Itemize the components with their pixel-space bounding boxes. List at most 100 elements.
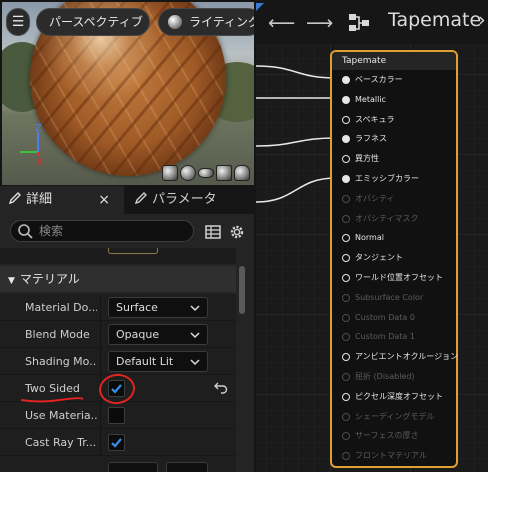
pin-connector-icon[interactable]: [342, 373, 350, 381]
search-row: 検索: [0, 214, 254, 248]
cylinder-shape-button[interactable]: [162, 165, 178, 181]
node-pin[interactable]: エミッシブカラー: [342, 172, 454, 186]
pin-connector-icon[interactable]: [342, 392, 350, 401]
previous-row-fragment: [0, 248, 236, 264]
pin-label: ワールド位置オフセット: [355, 273, 443, 282]
node-pin[interactable]: オパシティマスク: [342, 212, 454, 226]
annotation-underline: [20, 397, 84, 403]
perspective-button[interactable]: パースペクティブ: [36, 8, 150, 36]
property-row-material-domain: Material Do... Surface: [0, 294, 236, 321]
teapot-shape-button[interactable]: [234, 165, 250, 181]
pin-connector-icon[interactable]: [342, 333, 350, 342]
pin-connector-icon[interactable]: [342, 313, 350, 322]
material-preview-viewport[interactable]: ☰ パースペクティブ ライティング Z X: [2, 2, 254, 185]
node-pin[interactable]: オパシティ: [342, 192, 454, 206]
table-view-icon[interactable]: [205, 225, 221, 239]
use-material-attributes-checkbox[interactable]: [108, 407, 125, 424]
viewport-menu-button[interactable]: ☰: [6, 8, 30, 36]
tab-details[interactable]: 詳細 ×: [0, 186, 124, 214]
pin-connector-icon[interactable]: [342, 412, 350, 421]
pin-connector-icon[interactable]: [342, 76, 350, 84]
sphere-shape-button[interactable]: [180, 165, 196, 181]
details-scrollbar[interactable]: [238, 248, 246, 472]
node-pin[interactable]: フロントマテリアル: [342, 449, 454, 463]
node-pin[interactable]: 異方性: [342, 152, 454, 166]
pin-connector-icon[interactable]: [342, 432, 350, 441]
lighting-button[interactable]: ライティング: [158, 8, 254, 36]
cast-ray-traced-shadows-checkbox[interactable]: [108, 434, 125, 451]
plane-shape-button[interactable]: [198, 168, 214, 178]
pin-connector-icon[interactable]: [342, 293, 350, 302]
pin-label: タンジェント: [355, 253, 403, 263]
svg-text:X: X: [36, 157, 43, 168]
pin-label: Custom Data 0: [355, 312, 415, 322]
node-pin[interactable]: ベースカラー: [342, 73, 454, 87]
partial-field[interactable]: [108, 462, 158, 472]
pin-connector-icon[interactable]: [342, 95, 350, 104]
menu-icon: ☰: [11, 14, 25, 30]
node-pin[interactable]: アンビエントオクルージョン: [342, 350, 458, 364]
pin-connector-icon[interactable]: [342, 353, 350, 362]
shading-model-dropdown[interactable]: Default Lit: [108, 351, 208, 372]
preview-shape-bar: [162, 165, 250, 181]
pin-label: スペキュラ: [355, 114, 395, 124]
node-pin[interactable]: ワールド位置オフセット: [342, 271, 454, 285]
node-pin[interactable]: Subsurface Color: [342, 291, 454, 305]
search-icon: [18, 224, 33, 239]
property-label: Shading Mo...: [25, 355, 97, 368]
dropdown-value: Default Lit: [116, 355, 174, 368]
node-pin[interactable]: Normal: [342, 231, 454, 245]
dropdown-value: Surface: [116, 301, 158, 314]
section-header-material[interactable]: ▼ マテリアル: [0, 266, 236, 292]
scrollbar-thumb[interactable]: [239, 266, 245, 314]
node-pin[interactable]: シェーディングモデル: [342, 410, 454, 424]
pin-label: 異方性: [355, 154, 379, 164]
pin-label: ラフネス: [355, 134, 387, 144]
color-swatch[interactable]: [108, 248, 158, 254]
node-pin[interactable]: ラフネス: [342, 132, 454, 146]
pin-connector-icon[interactable]: [342, 194, 350, 203]
details-panel: 詳細 × パラメータ 検索 ▼ マテリアル Material Do... Sur…: [0, 186, 254, 472]
property-row-use-material-attributes: Use Materia...: [0, 402, 236, 429]
cube-shape-button[interactable]: [216, 165, 232, 181]
partial-field[interactable]: [166, 462, 208, 472]
blend-mode-dropdown[interactable]: Opaque: [108, 324, 208, 345]
node-pin[interactable]: Custom Data 1: [342, 330, 454, 344]
search-input[interactable]: 検索: [10, 220, 194, 242]
pin-connector-icon[interactable]: [342, 452, 350, 461]
gear-icon[interactable]: [228, 223, 246, 241]
pin-connector-icon[interactable]: [342, 234, 350, 243]
pin-connector-icon[interactable]: [342, 135, 350, 144]
property-label: Blend Mode: [25, 328, 90, 341]
node-pin[interactable]: タンジェント: [342, 251, 454, 265]
tab-parameters[interactable]: パラメータ: [126, 186, 254, 214]
material-output-node[interactable]: Tapemate ベースカラー Metallic スペキュラ ラフネス 異方性 エミッシブ…: [330, 50, 458, 468]
node-pin[interactable]: Custom Data 0: [342, 311, 454, 325]
tab-details-label: 詳細: [26, 192, 53, 207]
property-row-partial: [0, 456, 236, 472]
chevron-down-icon: [190, 359, 200, 366]
dropdown-value: Opaque: [116, 328, 160, 341]
pin-connector-icon[interactable]: [342, 175, 350, 183]
pin-connector-icon[interactable]: [342, 214, 350, 223]
lighting-label: ライティング: [189, 15, 254, 29]
reset-to-default-icon[interactable]: [214, 380, 228, 394]
pin-connector-icon[interactable]: [342, 155, 350, 164]
close-icon[interactable]: ×: [98, 186, 110, 214]
pin-label: Custom Data 1: [355, 332, 415, 342]
pin-connector-icon[interactable]: [342, 115, 350, 124]
pin-label: 屈折 (Disabled): [355, 372, 415, 381]
pencil-icon: [134, 192, 147, 205]
material-domain-dropdown[interactable]: Surface: [108, 297, 208, 318]
details-tabbar: 詳細 × パラメータ: [0, 186, 254, 214]
chevron-right-icon[interactable]: ›: [478, 9, 486, 31]
node-pin[interactable]: ピクセル深度オフセット: [342, 390, 454, 404]
node-pin[interactable]: 屈折 (Disabled): [342, 370, 454, 384]
node-pin[interactable]: Metallic: [342, 93, 454, 107]
pin-connector-icon[interactable]: [342, 254, 350, 263]
chevron-down-icon: [190, 332, 200, 339]
pin-connector-icon[interactable]: [342, 274, 350, 282]
node-pin[interactable]: サーフェスの厚さ: [342, 429, 454, 443]
pin-label: サーフェスの厚さ: [355, 431, 419, 441]
node-pin[interactable]: スペキュラ: [342, 113, 454, 127]
